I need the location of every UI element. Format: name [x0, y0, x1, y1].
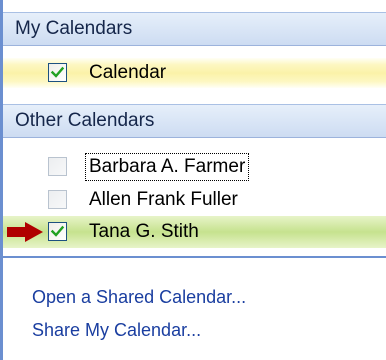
calendar-row-tana-stith[interactable]: Tana G. Stith: [3, 216, 386, 248]
barbara-farmer-checkbox[interactable]: [48, 157, 67, 176]
calendar-row-calendar[interactable]: Calendar: [3, 58, 386, 88]
tana-stith-label: Tana G. Stith: [89, 221, 199, 242]
calendar-row-barbara-farmer[interactable]: Barbara A. Farmer: [3, 152, 386, 182]
allen-fuller-checkbox[interactable]: [48, 190, 67, 209]
tana-stith-checkbox[interactable]: [48, 222, 67, 241]
section-divider: [3, 256, 386, 258]
calendar-label: Calendar: [89, 62, 167, 83]
red-arrow-icon: [7, 222, 43, 242]
calendar-checkbox[interactable]: [48, 63, 67, 82]
barbara-farmer-label: Barbara A. Farmer: [84, 153, 250, 181]
share-my-calendar-link[interactable]: Share My Calendar...: [32, 318, 201, 342]
calendar-row-allen-fuller[interactable]: Allen Frank Fuller: [3, 185, 386, 215]
my-calendars-header[interactable]: My Calendars: [3, 12, 386, 46]
navigation-pane: My Calendars Calendar Other Calendars Ba…: [0, 0, 386, 360]
checkmark-icon: [50, 66, 65, 78]
checkmark-icon: [50, 225, 65, 237]
open-shared-calendar-link[interactable]: Open a Shared Calendar...: [32, 285, 246, 309]
allen-fuller-label: Allen Frank Fuller: [89, 189, 238, 210]
other-calendars-header[interactable]: Other Calendars: [3, 104, 386, 138]
